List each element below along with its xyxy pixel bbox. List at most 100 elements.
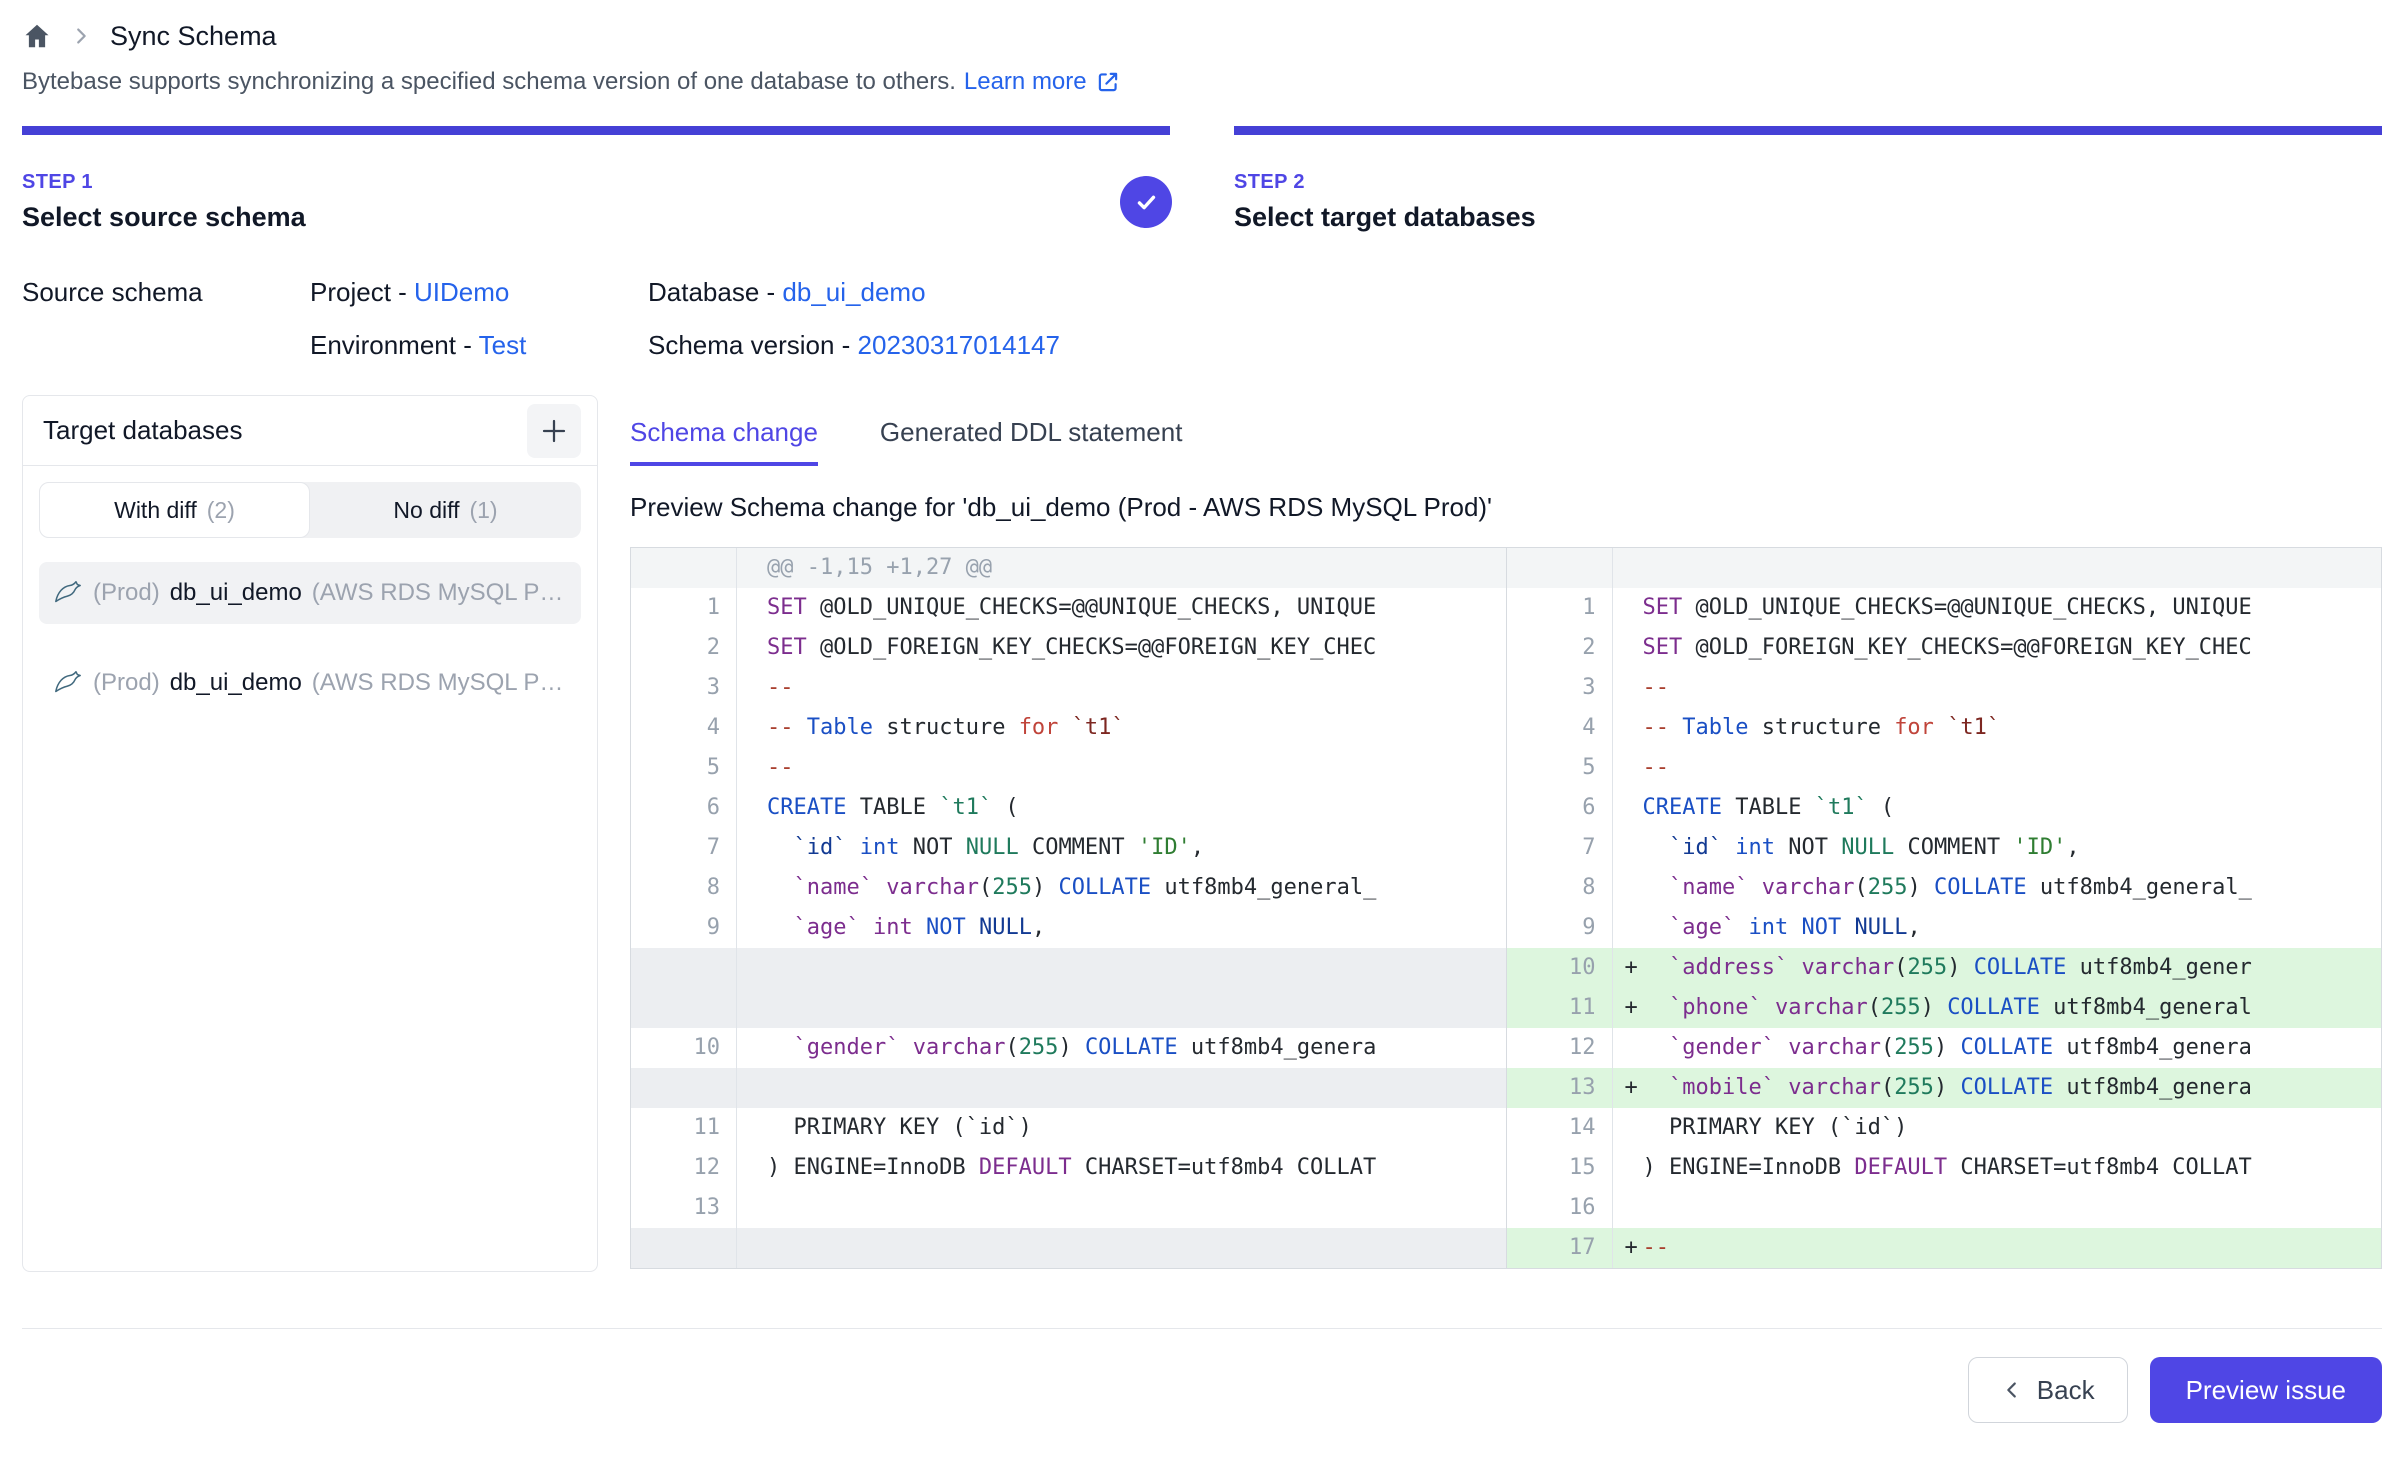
diff-row: 9 `age` int NOT NULL, bbox=[631, 908, 1506, 948]
code-line: `gender` varchar(255) COLLATE utf8mb4_ge… bbox=[1613, 1028, 2382, 1068]
line-number: 11 bbox=[1507, 988, 1613, 1028]
schema-version-field: Schema version - 20230317014147 bbox=[648, 330, 2382, 361]
tab-count: (2) bbox=[207, 497, 235, 524]
code-line: PRIMARY KEY (`id`) bbox=[737, 1108, 1506, 1148]
line-number: 1 bbox=[631, 588, 737, 628]
page-title: Sync Schema bbox=[110, 21, 277, 52]
line-number: 16 bbox=[1507, 1188, 1613, 1228]
line-number: 6 bbox=[1507, 788, 1613, 828]
diff-row: 3-- bbox=[631, 668, 1506, 708]
preview-tabs: Schema change Generated DDL statement bbox=[630, 417, 2382, 466]
db-environment: (Prod) bbox=[93, 579, 160, 607]
footer-actions: Back Preview issue bbox=[22, 1329, 2382, 1451]
schema-version-label: Schema version bbox=[648, 330, 834, 360]
code-line: CREATE TABLE `t1` ( bbox=[737, 788, 1506, 828]
line-number: 14 bbox=[1507, 1108, 1613, 1148]
diff-row: 7 `id` int NOT NULL COMMENT 'ID', bbox=[631, 828, 1506, 868]
schema-version-link[interactable]: 20230317014147 bbox=[858, 330, 1060, 360]
tab-generated-ddl-statement[interactable]: Generated DDL statement bbox=[880, 417, 1183, 466]
line-number: 12 bbox=[1507, 1028, 1613, 1068]
step-2-title: Select target databases bbox=[1234, 202, 2382, 233]
line-number: 7 bbox=[1507, 828, 1613, 868]
step-1-check-icon bbox=[1120, 176, 1172, 228]
database-label: Database bbox=[648, 277, 759, 307]
step-1-label: STEP 1 bbox=[22, 171, 1170, 194]
line-number bbox=[631, 988, 737, 1028]
add-target-database-button[interactable] bbox=[527, 404, 581, 458]
diff-row bbox=[631, 1228, 1506, 1268]
code-line: `name` varchar(255) COLLATE utf8mb4_gene… bbox=[737, 868, 1506, 908]
diff-row: 7 `id` int NOT NULL COMMENT 'ID', bbox=[1507, 828, 2382, 868]
added-marker: + bbox=[1625, 948, 1638, 988]
tab-no-diff[interactable]: No diff(1) bbox=[310, 482, 581, 538]
code-line: ) ENGINE=InnoDB DEFAULT CHARSET=utf8mb4 … bbox=[1613, 1148, 2382, 1188]
target-database-item[interactable]: (Prod) db_ui_demo (AWS RDS MySQL Prod) bbox=[39, 562, 581, 624]
database-link[interactable]: db_ui_demo bbox=[782, 277, 925, 307]
line-number: 1 bbox=[1507, 588, 1613, 628]
line-number: 9 bbox=[631, 908, 737, 948]
code-line bbox=[737, 948, 1506, 988]
db-name: db_ui_demo bbox=[170, 579, 302, 607]
diff-row bbox=[631, 948, 1506, 988]
db-environment: (Prod) bbox=[93, 669, 160, 697]
diff-filter-tabs: With diff (2) No diff(1) bbox=[39, 482, 581, 538]
learn-more-link[interactable]: Learn more bbox=[964, 68, 1121, 96]
code-line: CREATE TABLE `t1` ( bbox=[1613, 788, 2382, 828]
line-number: 12 bbox=[631, 1148, 737, 1188]
environment-link[interactable]: Test bbox=[479, 330, 527, 360]
diff-row: 1SET @OLD_UNIQUE_CHECKS=@@UNIQUE_CHECKS,… bbox=[1507, 588, 2382, 628]
diff-row: 5-- bbox=[631, 748, 1506, 788]
diff-row: 1SET @OLD_UNIQUE_CHECKS=@@UNIQUE_CHECKS,… bbox=[631, 588, 1506, 628]
line-number: 13 bbox=[1507, 1068, 1613, 1108]
code-line: `name` varchar(255) COLLATE utf8mb4_gene… bbox=[1613, 868, 2382, 908]
tab-count: (1) bbox=[469, 497, 497, 524]
code-line: `age` int NOT NULL, bbox=[737, 908, 1506, 948]
step-2: STEP 2 Select target databases bbox=[1234, 126, 2382, 233]
project-field: Project - UIDemo bbox=[310, 277, 648, 308]
target-database-item[interactable]: (Prod)db_ui_demo(AWS RDS MySQL Prod) bbox=[39, 652, 581, 714]
target-databases-body: With diff(2)No diff(1) (Prod)db_ui_demo(… bbox=[23, 466, 597, 730]
line-number: 2 bbox=[1507, 628, 1613, 668]
diff-row: 8 `name` varchar(255) COLLATE utf8mb4_ge… bbox=[631, 868, 1506, 908]
line-number bbox=[631, 1068, 737, 1108]
db-instance: (AWS RDS MySQL Prod) bbox=[312, 579, 567, 607]
line-number bbox=[631, 1228, 737, 1268]
database-field: Database - db_ui_demo bbox=[648, 277, 2382, 308]
added-marker: + bbox=[1625, 1228, 1638, 1268]
diff-row: 5-- bbox=[1507, 748, 2382, 788]
line-number: 10 bbox=[631, 1028, 737, 1068]
back-button[interactable]: Back bbox=[1968, 1357, 2128, 1423]
line-number bbox=[1507, 548, 1613, 588]
line-number: 2 bbox=[631, 628, 737, 668]
step-1-title: Select source schema bbox=[22, 202, 1170, 233]
line-number: 10 bbox=[1507, 948, 1613, 988]
diff-row: 3-- bbox=[1507, 668, 2382, 708]
diff-row: 15) ENGINE=InnoDB DEFAULT CHARSET=utf8mb… bbox=[1507, 1148, 2382, 1188]
intro-description: Bytebase supports synchronizing a specif… bbox=[22, 68, 956, 96]
step-2-label: STEP 2 bbox=[1234, 171, 2382, 194]
tab-label: With diff bbox=[114, 497, 197, 524]
preview-issue-button[interactable]: Preview issue bbox=[2150, 1357, 2382, 1423]
code-line: SET @OLD_FOREIGN_KEY_CHECKS=@@FOREIGN_KE… bbox=[1613, 628, 2382, 668]
chevron-left-icon bbox=[2001, 1379, 2023, 1401]
preview-issue-label: Preview issue bbox=[2186, 1375, 2346, 1406]
sync-schema-page: Sync Schema Bytebase supports synchroniz… bbox=[0, 0, 2396, 1480]
line-number bbox=[631, 548, 737, 588]
tab-schema-change[interactable]: Schema change bbox=[630, 417, 818, 466]
home-icon[interactable] bbox=[22, 21, 52, 51]
target-databases-title: Target databases bbox=[43, 415, 242, 446]
diff-row bbox=[631, 1068, 1506, 1108]
line-number: 5 bbox=[631, 748, 737, 788]
diff-row: 10 `gender` varchar(255) COLLATE utf8mb4… bbox=[631, 1028, 1506, 1068]
diff-row: 4-- Table structure for `t1` bbox=[631, 708, 1506, 748]
code-line bbox=[737, 1068, 1506, 1108]
tab-with-diff[interactable]: With diff (2) bbox=[39, 482, 310, 538]
steps: STEP 1 Select source schema STEP 2 Selec… bbox=[22, 126, 2382, 233]
line-number: 4 bbox=[1507, 708, 1613, 748]
project-link[interactable]: UIDemo bbox=[414, 277, 509, 307]
added-marker: + bbox=[1625, 1068, 1638, 1108]
plus-icon bbox=[539, 416, 569, 446]
diff-row bbox=[1507, 548, 2382, 588]
diff-row bbox=[631, 988, 1506, 1028]
diff-row: 14 PRIMARY KEY (`id`) bbox=[1507, 1108, 2382, 1148]
